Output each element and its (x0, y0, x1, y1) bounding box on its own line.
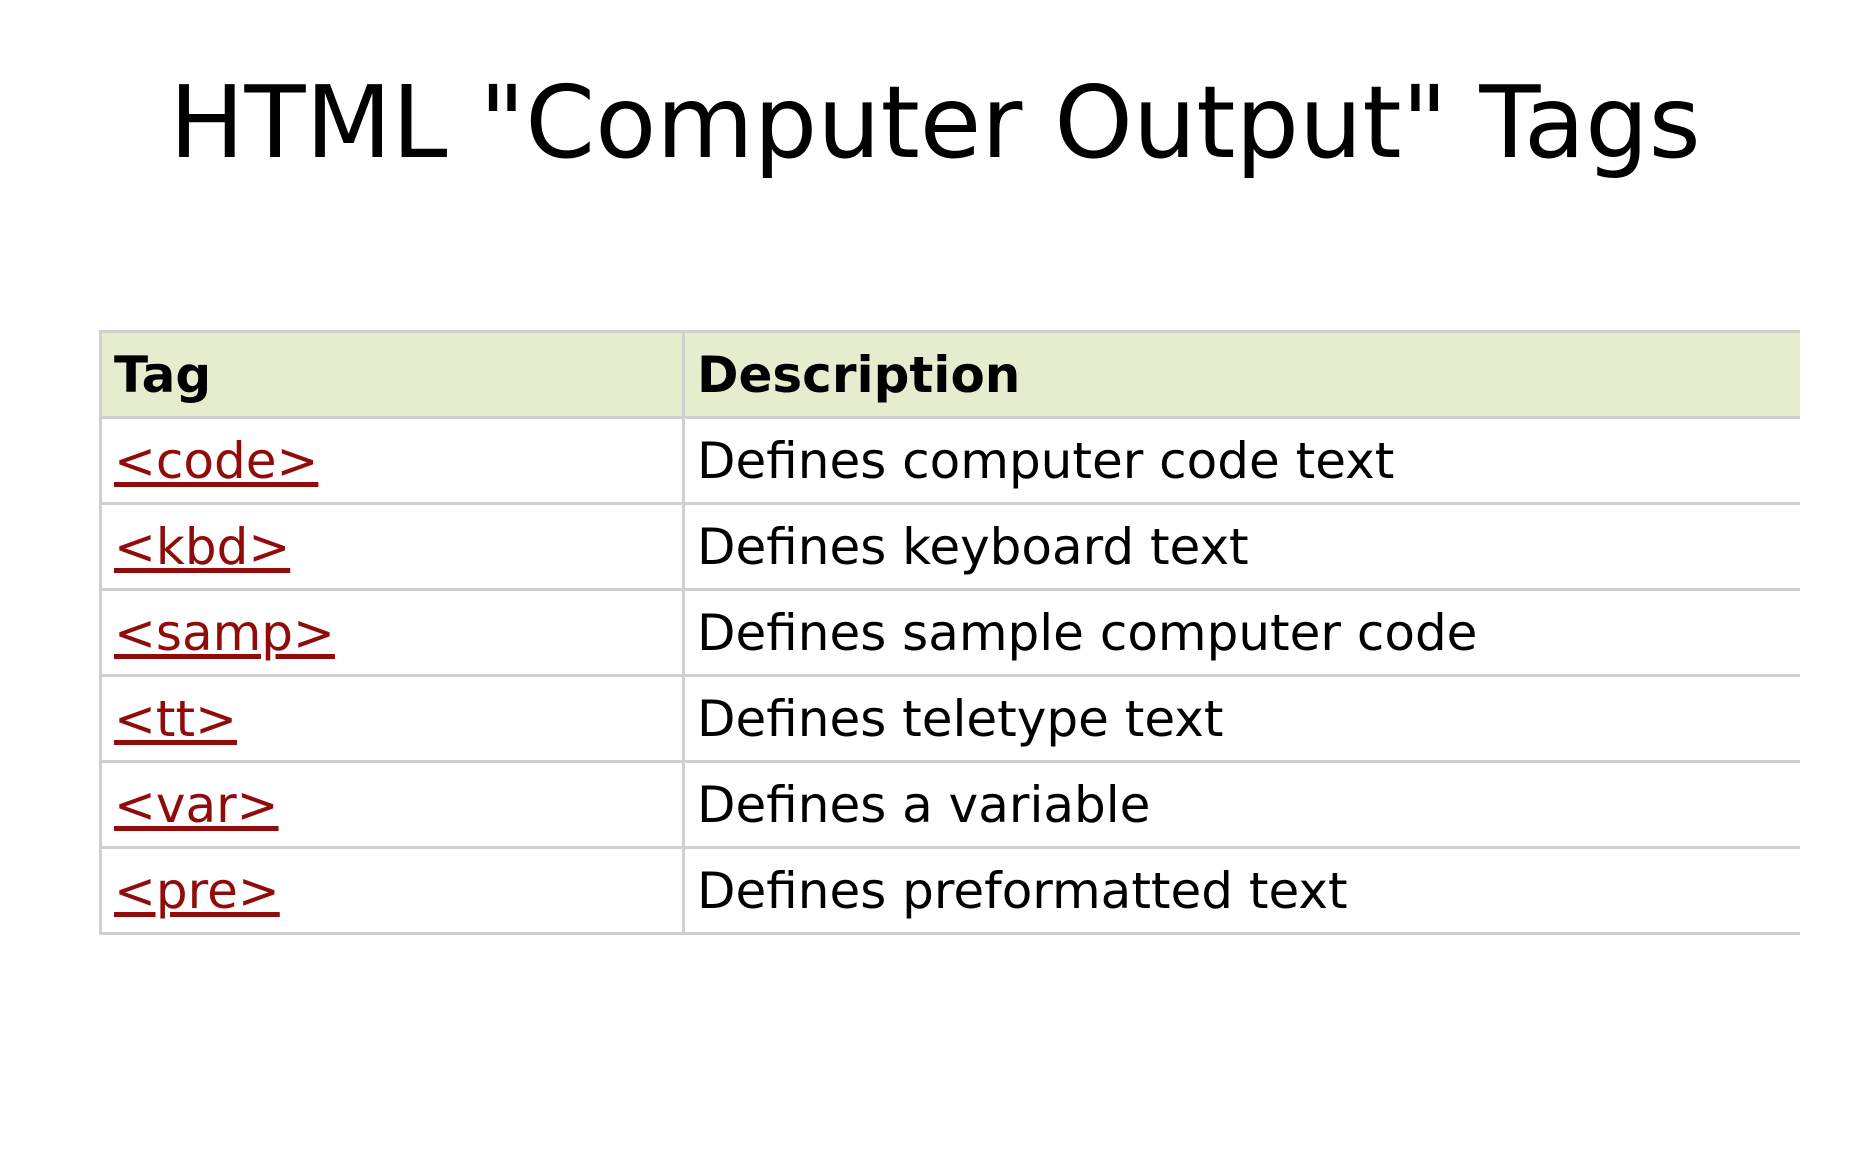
tag-cell: <var> (99, 760, 685, 849)
tag-link-code[interactable]: <code> (114, 432, 318, 490)
column-header-description: Description (682, 330, 1800, 419)
tag-reference-table: Tag Description <code> Defines computer … (99, 330, 1800, 935)
description-cell: Defines a variable (682, 760, 1800, 849)
description-cell: Defines keyboard text (682, 502, 1800, 591)
description-cell: Defines teletype text (682, 674, 1800, 763)
table-row: <kbd> Defines keyboard text (99, 502, 1800, 591)
slide-title: HTML "Computer Output" Tags (169, 64, 1701, 181)
tag-cell: <code> (99, 416, 685, 505)
table-row: <samp> Defines sample computer code (99, 588, 1800, 677)
table-header-row: Tag Description (99, 330, 1800, 419)
tag-cell: <tt> (99, 674, 685, 763)
tag-cell: <kbd> (99, 502, 685, 591)
table-row: <var> Defines a variable (99, 760, 1800, 849)
tag-link-kbd[interactable]: <kbd> (114, 518, 290, 576)
table-row: <code> Defines computer code text (99, 416, 1800, 505)
tag-link-tt[interactable]: <tt> (114, 690, 237, 748)
column-header-tag: Tag (99, 330, 685, 419)
tag-link-pre[interactable]: <pre> (114, 862, 280, 920)
table-row: <tt> Defines teletype text (99, 674, 1800, 763)
tag-link-var[interactable]: <var> (114, 776, 279, 834)
table-row: <pre> Defines preformatted text (99, 846, 1800, 935)
tag-link-samp[interactable]: <samp> (114, 604, 335, 662)
description-cell: Defines computer code text (682, 416, 1800, 505)
tag-cell: <samp> (99, 588, 685, 677)
description-cell: Defines sample computer code (682, 588, 1800, 677)
description-cell: Defines preformatted text (682, 846, 1800, 935)
tag-cell: <pre> (99, 846, 685, 935)
